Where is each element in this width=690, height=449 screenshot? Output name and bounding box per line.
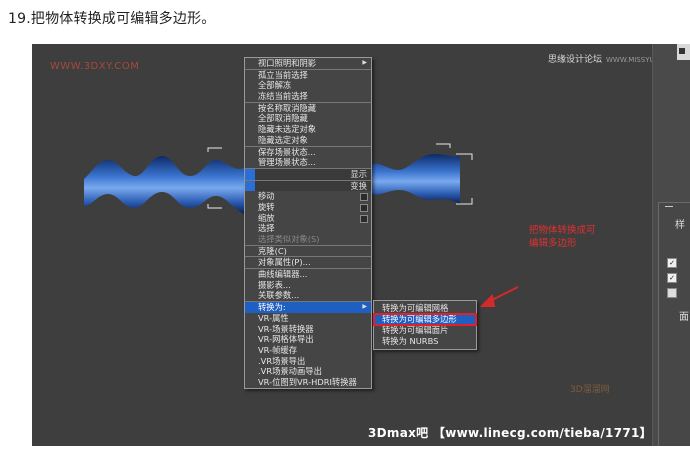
menu-item-rotate[interactable]: 旋转 <box>245 202 371 213</box>
menu-item-select[interactable]: 选择 <box>245 223 371 234</box>
context-menu: 视口照明和阴影 ▶ 孤立当前选择 全部解冻 冻结当前选择 按名称取消隐藏 全部取消… <box>244 57 372 389</box>
rollout-title: 样 <box>675 220 685 231</box>
menu-item-hide-selection[interactable]: 隐藏选定对象 <box>245 135 371 146</box>
menu-item-label: 对象属性(P)... <box>258 257 311 268</box>
3d-viewport[interactable]: WWW.3DXY.COM 思缘设计论坛 WWW.MISSYUAN.COM 样 ✓… <box>32 44 690 446</box>
checkbox-1[interactable]: ✓ <box>667 258 677 268</box>
menu-item-hide-unselected[interactable]: 隐藏未选定对象 <box>245 124 371 135</box>
submenu-item-editable-mesh[interactable]: 转换为可编辑网格 <box>374 303 476 314</box>
submenu-arrow-icon: ▶ <box>362 59 367 66</box>
menu-item-label: 视口照明和阴影 <box>258 58 317 68</box>
menu-item-label: 隐藏未选定对象 <box>258 124 317 135</box>
annotation-line-2: 编辑多边形 <box>529 238 577 249</box>
menu-item-unhide-by-name[interactable]: 按名称取消隐藏 <box>245 101 371 114</box>
settings-box-icon[interactable] <box>360 193 368 202</box>
menu-item-label: 转换为: <box>258 302 286 313</box>
menu-item-vr-frame-buffer[interactable]: VR-帧缓存 <box>245 345 371 356</box>
quad-title-display: 显示 <box>245 167 371 180</box>
red-arrow-icon <box>479 286 519 307</box>
submenu-arrow-icon: ▶ <box>362 303 367 311</box>
menu-item-unhide-all[interactable]: 全部取消隐藏 <box>245 113 371 124</box>
menu-item-vr-scene-anim-export[interactable]: .VR场景动画导出 <box>245 366 371 377</box>
command-panel-strip: 样 ✓ ✓ 面 <box>652 44 690 446</box>
bracket-top-left <box>207 147 222 152</box>
settings-box-icon[interactable] <box>360 214 368 223</box>
tube-right-part <box>372 154 460 204</box>
menu-item-label: 管理场景状态... <box>258 157 316 168</box>
bracket-mid-right <box>436 143 451 148</box>
footer-credit: 3Dmax吧 【www.linecg.com/tieba/1771】 <box>368 426 652 440</box>
panel-top-button-icon <box>679 48 685 54</box>
menu-item-label: 按名称取消隐藏 <box>258 102 317 113</box>
menu-item-move[interactable]: 移动 <box>245 191 371 202</box>
menu-item-label: 选择类似对象(S) <box>258 234 320 244</box>
menu-item-vr-bitmap-hdri[interactable]: VR-位图到VR-HDRI转换器 <box>245 377 371 388</box>
menu-item-label: 曲线编辑器... <box>258 269 308 280</box>
menu-item-unfreeze-all[interactable]: 全部解冻 <box>245 80 371 91</box>
arrow-head <box>479 293 496 307</box>
menu-item-vr-scene-export[interactable]: .VR场景导出 <box>245 356 371 367</box>
menu-item-label: .VR场景动画导出 <box>258 366 322 377</box>
menu-item-scale[interactable]: 缩放 <box>245 213 371 224</box>
menu-item-save-scene-state[interactable]: 保存场景状态... <box>245 145 371 158</box>
page-heading: 19.把物体转换成可编辑多边形。 <box>8 11 216 27</box>
settings-box-icon[interactable] <box>360 203 368 212</box>
menu-item-label: 旋转 <box>258 201 275 212</box>
menu-item-clone[interactable]: 克隆(C) <box>245 244 371 257</box>
convert-to-submenu: 转换为可编辑网格 转换为可编辑多边形 转换为可编辑面片 转换为 NURBS <box>373 300 477 350</box>
menu-item-viewport-lighting[interactable]: 视口照明和阴影 ▶ <box>245 58 371 69</box>
quad-title-label: 显示 <box>350 168 367 179</box>
menu-item-vr-scene-converter[interactable]: VR-场景转换器 <box>245 324 371 335</box>
menu-item-label: 克隆(C) <box>258 245 287 256</box>
menu-item-isolate[interactable]: 孤立当前选择 <box>245 68 371 81</box>
menu-item-label: 关联参数... <box>258 290 300 301</box>
rollout-group-label: 面 <box>679 312 689 323</box>
annotation-line-1: 把物体转换成可 <box>529 225 596 236</box>
corner-logo: 3D溜溜网 <box>570 385 610 395</box>
menu-item-label: .VR场景导出 <box>258 355 306 366</box>
menu-item-label: 摄影表... <box>258 279 291 290</box>
menu-item-vr-properties[interactable]: VR-属性 <box>245 313 371 324</box>
menu-item-label: 隐藏选定对象 <box>258 134 308 145</box>
checkbox-2[interactable]: ✓ <box>667 273 677 283</box>
tube-left-part <box>84 156 244 214</box>
menu-item-vr-mesh-export[interactable]: VR-网格体导出 <box>245 334 371 345</box>
rollout-collapse-icon[interactable] <box>665 206 673 207</box>
menu-item-label: VR-属性 <box>258 312 289 323</box>
menu-item-label: 移动 <box>258 191 275 202</box>
submenu-item-editable-patch[interactable]: 转换为可编辑面片 <box>374 325 476 336</box>
menu-item-dope-sheet[interactable]: 摄影表... <box>245 280 371 291</box>
menu-item-label: 全部取消隐藏 <box>258 113 308 124</box>
menu-item-select-similar[interactable]: 选择类似对象(S) <box>245 234 371 245</box>
menu-item-manage-scene-states[interactable]: 管理场景状态... <box>245 157 371 168</box>
menu-item-label: VR-场景转换器 <box>258 323 314 334</box>
menu-item-curve-editor[interactable]: 曲线编辑器... <box>245 268 371 280</box>
menu-item-label: 选择 <box>258 223 275 234</box>
menu-item-convert-to[interactable]: 转换为: ▶ <box>245 301 371 313</box>
rollout-panel <box>658 202 690 446</box>
menu-item-wire-parameters[interactable]: 关联参数... <box>245 290 371 301</box>
quad-title-transform: 变换 <box>245 179 371 192</box>
menu-item-freeze-selection[interactable]: 冻结当前选择 <box>245 91 371 102</box>
quad-indicator <box>245 180 255 192</box>
annotation-text: 把物体转换成可 编辑多边形 <box>529 224 596 250</box>
submenu-item-editable-poly[interactable]: 转换为可编辑多边形 <box>373 313 477 326</box>
menu-item-label: 孤立当前选择 <box>258 69 308 80</box>
menu-item-label: 缩放 <box>258 212 275 223</box>
quad-indicator <box>245 168 255 180</box>
menu-item-label: 保存场景状态... <box>258 146 316 157</box>
quad-title-label: 变换 <box>350 180 367 191</box>
menu-item-label: 冻结当前选择 <box>258 91 308 102</box>
submenu-item-nurbs[interactable]: 转换为 NURBS <box>374 336 476 347</box>
menu-item-label: 全部解冻 <box>258 80 292 91</box>
menu-item-label: VR-网格体导出 <box>258 334 314 345</box>
menu-item-label: VR-位图到VR-HDRI转换器 <box>258 376 357 387</box>
bracket-bottom-left <box>207 204 222 209</box>
checkbox-3[interactable] <box>667 288 677 298</box>
menu-item-object-properties[interactable]: 对象属性(P)... <box>245 256 371 268</box>
menu-item-label: VR-帧缓存 <box>258 344 297 355</box>
